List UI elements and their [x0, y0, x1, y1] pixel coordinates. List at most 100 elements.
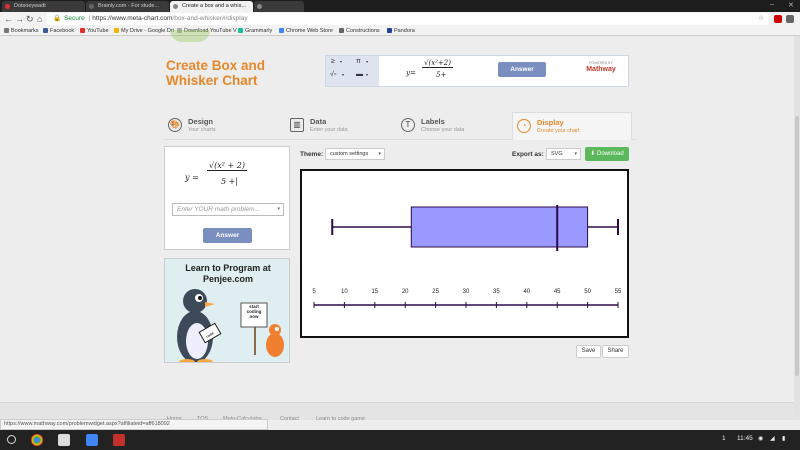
math-key-pi[interactable]: π	[356, 58, 361, 65]
drive-icon	[114, 27, 119, 33]
expr-lhs: y =	[185, 173, 199, 182]
tab-favicon-icon	[89, 4, 94, 9]
os-shelf: 1 11:45 ◉ ◢ ▮	[0, 430, 800, 450]
download-label: Download	[597, 151, 624, 157]
math-key-root[interactable]: √▫	[330, 71, 336, 78]
math-key-matrix[interactable]: ▬	[356, 71, 363, 78]
bookmark-item[interactable]: YouTube	[80, 26, 109, 36]
x-tick-label: 10	[341, 289, 348, 295]
docs-icon[interactable]	[86, 434, 98, 446]
browser-toolbar: ← → ↻ ⌂ 🔒 Secure | https://www.meta-chart.…	[0, 12, 800, 26]
page-indicator: 1	[722, 435, 726, 442]
browser-tab[interactable]	[254, 1, 304, 12]
launcher-icon[interactable]	[7, 435, 16, 444]
site-logo[interactable]	[170, 30, 210, 42]
bookmark-item[interactable]: Constructions	[339, 26, 380, 36]
expr-numerator: √(x² + 2)	[207, 161, 247, 171]
share-button[interactable]: Share	[602, 345, 629, 358]
expr-denominator: 5 +|	[221, 177, 239, 186]
iqr-box	[410, 206, 589, 248]
tab-display[interactable]: ◔ Display Create your chart	[512, 112, 632, 140]
chevron-down-icon[interactable]: ▾	[277, 204, 280, 215]
select-value: custom settings	[330, 151, 369, 157]
secure-label: Secure	[64, 15, 85, 22]
back-icon[interactable]: ←	[4, 14, 13, 24]
tab-data[interactable]: ▥ Data Enter your data	[286, 112, 406, 140]
page-title: Create Box and Whisker Chart	[166, 58, 265, 88]
bookmark-item[interactable]: My Drive - Google Dri	[114, 26, 174, 36]
bookmark-item[interactable]: Facebook	[43, 26, 74, 36]
browser-tab[interactable]: Brainly.com - For stude...	[86, 1, 169, 12]
bookmark-label: Bookmarks	[11, 28, 39, 34]
page-title-line: Whisker Chart	[166, 73, 258, 88]
address-bar[interactable]: 🔒 Secure | https://www.meta-chart.com/box-…	[47, 13, 769, 25]
lock-icon: 🔒	[53, 15, 62, 22]
penguin-illustration	[177, 289, 284, 362]
footer-link-contact[interactable]: Contact	[280, 416, 299, 422]
input-placeholder: Enter YOUR math problem...	[177, 206, 260, 213]
scrollbar-thumb[interactable]	[795, 116, 799, 376]
x-tick-label: 55	[615, 289, 622, 295]
chrome-icon[interactable]	[31, 434, 43, 446]
step-subtitle: Your charts	[188, 127, 216, 133]
mathway-widget: ≥ ▾ π ▾ √▫ ▾ ▬ ▾ y= √(x²+2) 5+ Answer PO…	[325, 55, 629, 87]
bookmark-item[interactable]: Chrome Web Store	[279, 26, 333, 36]
clock[interactable]: 11:45	[737, 435, 753, 442]
answer-button[interactable]: Answer	[498, 62, 546, 77]
tab-label: Brainly.com - For stude...	[98, 3, 160, 9]
palette-icon: 🎨	[168, 118, 182, 132]
browser-tab-active[interactable]: Create a box and a whis...	[170, 1, 253, 12]
pandora-icon	[387, 27, 392, 33]
home-icon[interactable]: ⌂	[37, 14, 42, 24]
youtube-icon[interactable]	[113, 434, 125, 446]
notification-icon[interactable]: ◉	[758, 435, 763, 442]
ad-headline: Learn to Program at	[185, 263, 271, 273]
bookmark-item[interactable]: Pandora	[387, 26, 415, 36]
step-subtitle: Create your chart	[537, 128, 580, 134]
forward-icon[interactable]: →	[15, 14, 24, 24]
bookmark-star-icon[interactable]: ☆	[758, 13, 764, 25]
step-tabs: 🎨 Design Your charts ▥ Data Enter your d…	[164, 112, 636, 140]
extension-icon[interactable]	[774, 15, 782, 23]
facebook-icon	[43, 27, 48, 33]
export-format-select[interactable]: SVG ▾	[546, 148, 581, 160]
chevron-down-icon: ▾	[574, 151, 577, 157]
bookmark-label: Constructions	[346, 28, 380, 34]
close-icon[interactable]: ✕	[788, 1, 794, 9]
bookmark-item[interactable]: Bookmarks	[4, 26, 39, 36]
gmail-icon[interactable]	[58, 434, 70, 446]
mathway-logo[interactable]: POWERED BY Mathway	[578, 61, 624, 79]
step-title: Display	[537, 118, 564, 127]
math-problem-input[interactable]: Enter YOUR math problem... ▾	[172, 203, 284, 216]
penjee-ad[interactable]: Learn to Program at Penjee.com start cod…	[164, 258, 290, 363]
minimize-icon[interactable]: –	[770, 1, 774, 8]
site-footer: Home TOS Meta-Calculator Contact Learn t…	[0, 402, 794, 422]
tab-labels[interactable]: T Labels Choose your data	[397, 112, 517, 140]
theme-select[interactable]: custom settings ▾	[325, 148, 385, 160]
answer-button[interactable]: Answer	[203, 228, 252, 243]
url-separator: |	[88, 15, 91, 22]
bookmark-item[interactable]: Grammarly	[238, 26, 272, 36]
save-button[interactable]: Save	[576, 345, 601, 358]
step-title: Labels	[421, 117, 445, 126]
browser-tab[interactable]: Dotsoeywadt	[2, 1, 85, 12]
x-tick-label: 20	[402, 289, 409, 295]
x-tick-label: 35	[493, 289, 500, 295]
bookmarks-bar: Bookmarks Facebook YouTube My Drive - Go…	[0, 26, 800, 36]
tab-design[interactable]: 🎨 Design Your charts	[164, 112, 284, 140]
footer-link-learn-to-code[interactable]: Learn to code game	[316, 416, 365, 422]
step-subtitle: Enter your data	[310, 127, 348, 133]
menu-icon[interactable]	[786, 15, 794, 23]
reload-icon[interactable]: ↻	[26, 14, 34, 24]
status-bar: https://www.mathway.com/problemwidget.as…	[0, 419, 268, 430]
bookmark-icon	[4, 27, 9, 33]
page-scrollbar[interactable]	[794, 36, 800, 420]
youtube-icon	[80, 27, 85, 33]
math-key-geq[interactable]: ≥	[331, 58, 335, 65]
wifi-icon[interactable]: ◢	[770, 435, 775, 442]
url-host: https://www.meta-chart.com	[92, 15, 173, 22]
box-whisker-chart: 5 10 15 20 25 30 35 40 45 50 55	[300, 169, 629, 338]
mathway-brand: Mathway	[586, 66, 616, 73]
download-button[interactable]: ⬇ Download	[585, 147, 629, 161]
battery-icon[interactable]: ▮	[782, 435, 785, 442]
